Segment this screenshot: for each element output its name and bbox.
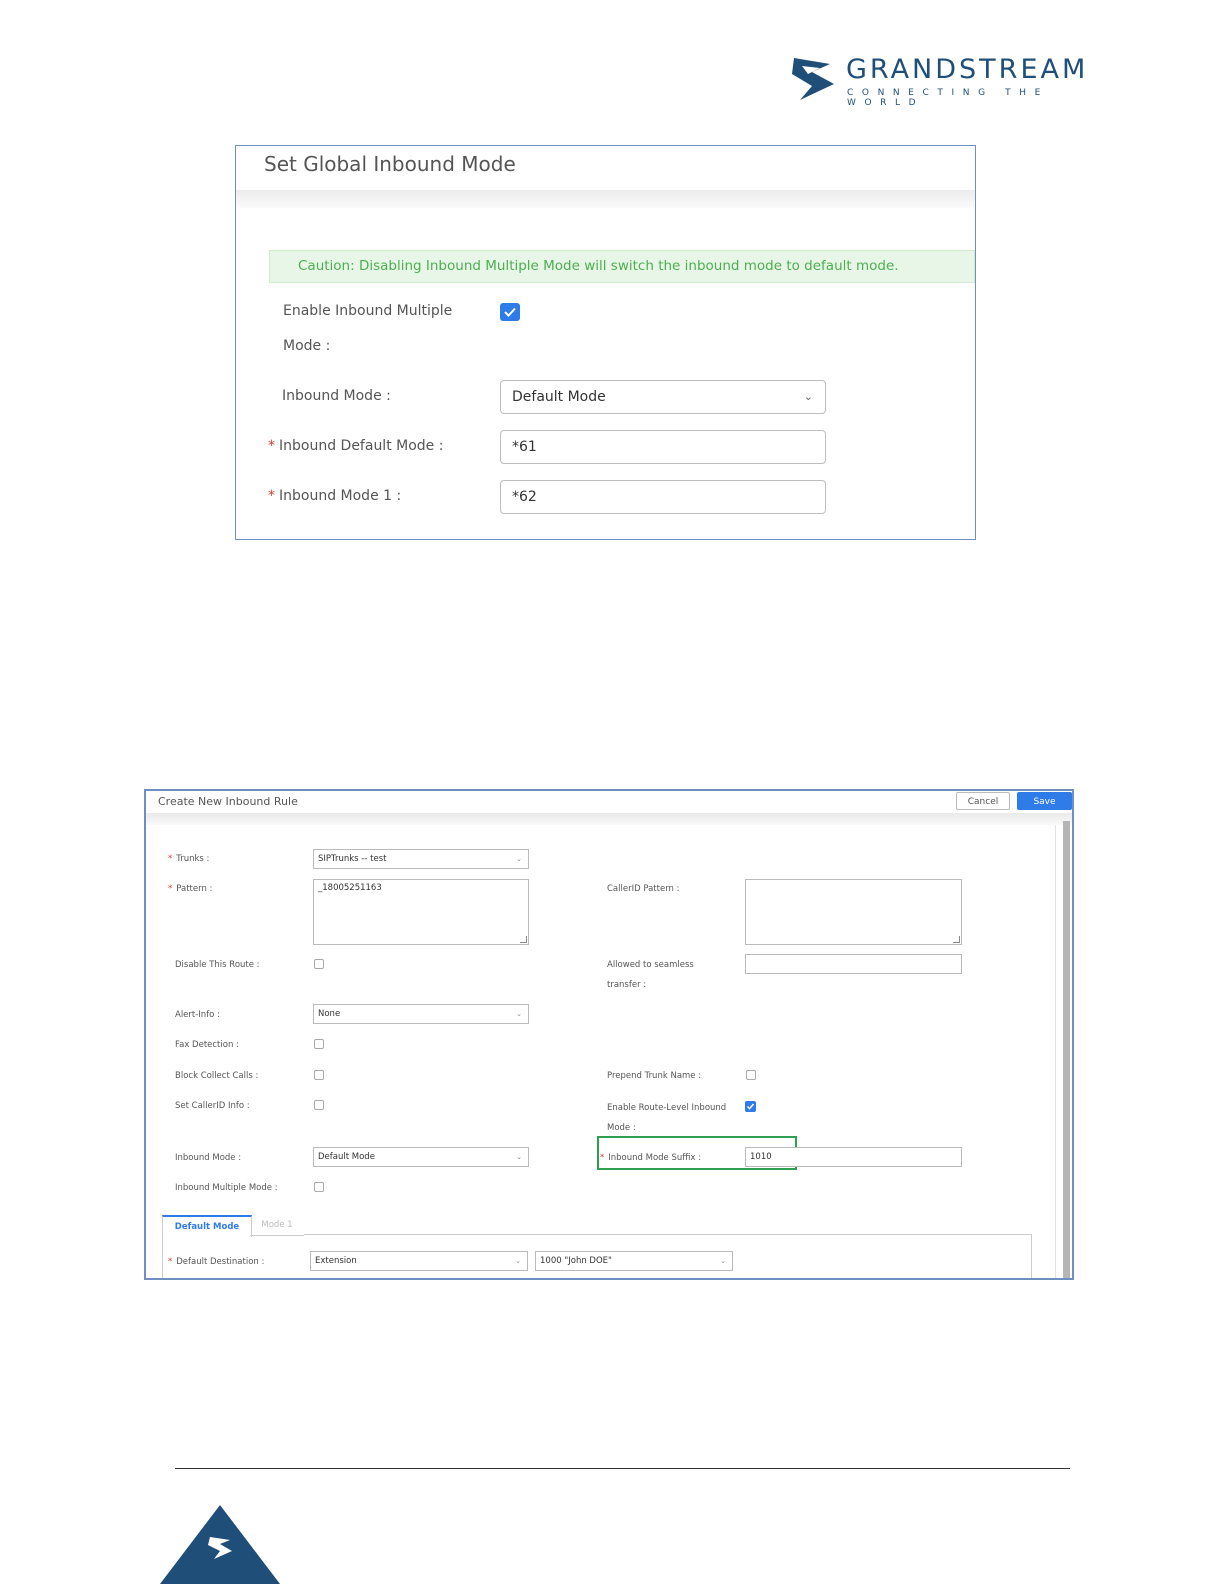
inbound-mode-label: Inbound Mode : (175, 1153, 242, 1163)
prepend-trunk-label: Prepend Trunk Name : (607, 1071, 702, 1081)
inbound-default-mode-label: * Inbound Default Mode : (268, 438, 444, 454)
resize-handle-icon[interactable] (953, 936, 960, 943)
vertical-scrollbar[interactable] (1063, 821, 1070, 1278)
create-inbound-rule-panel: Create New Inbound Rule Cancel Save * Tru… (144, 789, 1074, 1280)
inbound-mode-suffix-input[interactable]: 1010 (745, 1147, 962, 1167)
tab-mode-1[interactable]: Mode 1 (250, 1215, 304, 1236)
caution-banner: Caution: Disabling Inbound Multiple Mode… (269, 250, 975, 283)
required-asterisk: * (268, 488, 275, 504)
pattern-value: _18005251163 (318, 883, 382, 893)
alert-info-value: None (318, 1009, 341, 1019)
destination-type-value: Extension (315, 1256, 357, 1266)
tab-default-mode[interactable]: Default Mode (162, 1215, 252, 1237)
set-callerid-label: Set CallerID Info : (175, 1101, 250, 1111)
brand-tagline: CONNECTING THE WORLD (847, 88, 1049, 108)
brand-name: GRANDSTREAM (846, 54, 1089, 85)
check-icon (504, 307, 516, 317)
pattern-label: * Pattern : (168, 884, 213, 894)
trunks-select[interactable]: SIPTrunks -- test ⌄ (313, 849, 529, 869)
route-level-label: Enable Route-Level Inbound (607, 1103, 727, 1113)
footer-logo-icon (160, 1505, 280, 1584)
chevron-down-icon: ⌄ (516, 1010, 522, 1018)
block-collect-label: Block Collect Calls : (175, 1071, 259, 1081)
save-button[interactable]: Save (1017, 792, 1072, 810)
inbound-mode-select[interactable]: Default Mode ⌄ (500, 380, 826, 414)
chevron-down-icon: ⌄ (515, 1257, 521, 1265)
enable-multiple-label-cont: Mode : (283, 338, 331, 354)
alert-info-label: Alert-Info : (175, 1010, 220, 1020)
block-collect-checkbox[interactable] (314, 1070, 324, 1080)
route-level-label-cont: Mode : (607, 1123, 636, 1133)
chevron-down-icon: ⌄ (516, 1153, 522, 1161)
set-callerid-checkbox[interactable] (314, 1100, 324, 1110)
chevron-down-icon: ⌄ (516, 855, 522, 863)
destination-value: 1000 "John DOE" (540, 1256, 612, 1266)
trunks-label: * Trunks : (168, 854, 210, 864)
cancel-button[interactable]: Cancel (956, 792, 1010, 810)
pattern-textarea[interactable]: _18005251163 (313, 879, 529, 945)
prepend-trunk-checkbox[interactable] (746, 1070, 756, 1080)
default-destination-value-select[interactable]: 1000 "John DOE" ⌄ (535, 1251, 733, 1271)
callerid-pattern-textarea[interactable] (745, 879, 962, 945)
callerid-pattern-label: CallerID Pattern : (607, 884, 680, 894)
alert-info-select[interactable]: None ⌄ (313, 1004, 529, 1024)
inbound-default-mode-input[interactable]: *61 (500, 430, 826, 464)
chevron-down-icon: ⌄ (803, 390, 813, 403)
route-level-checkbox[interactable] (745, 1101, 756, 1112)
default-destination-type-select[interactable]: Extension ⌄ (310, 1251, 528, 1271)
disable-route-label: Disable This Route : (175, 960, 260, 970)
enable-multiple-checkbox[interactable] (500, 303, 520, 321)
grandstream-logo: GRANDSTREAM CONNECTING THE WORLD (790, 52, 1120, 108)
footer-divider (175, 1468, 1070, 1469)
inbound-mode-select[interactable]: Default Mode ⌄ (313, 1147, 529, 1167)
grandstream-mark-icon (792, 58, 834, 100)
header-divider (146, 813, 1072, 825)
inbound-mode-1-label: * Inbound Mode 1 : (268, 488, 402, 504)
inbound-multiple-checkbox[interactable] (314, 1182, 324, 1192)
global-inbound-mode-panel: Set Global Inbound Mode Caution: Disabli… (235, 145, 976, 540)
resize-handle-icon[interactable] (520, 936, 527, 943)
seamless-transfer-select[interactable] (745, 954, 962, 974)
fax-detection-label: Fax Detection : (175, 1040, 239, 1050)
header-divider (236, 190, 975, 208)
trunks-value: SIPTrunks -- test (318, 854, 387, 864)
chevron-down-icon: ⌄ (720, 1257, 726, 1265)
panel-title: Set Global Inbound Mode (264, 152, 516, 176)
default-destination-label: * Default Destination : (168, 1257, 265, 1267)
inbound-mode-value: Default Mode (512, 389, 606, 405)
inbound-mode-1-input[interactable]: *62 (500, 480, 826, 514)
inbound-mode-value: Default Mode (318, 1152, 375, 1162)
fax-detection-checkbox[interactable] (314, 1039, 324, 1049)
inbound-mode-label: Inbound Mode : (282, 388, 391, 404)
seamless-transfer-label-cont: transfer : (607, 980, 647, 990)
inbound-multiple-label: Inbound Multiple Mode : (175, 1183, 278, 1193)
enable-multiple-label: Enable Inbound Multiple (283, 303, 453, 319)
disable-route-checkbox[interactable] (314, 959, 324, 969)
inbound-mode-suffix-label: * Inbound Mode Suffix : (600, 1153, 702, 1163)
seamless-transfer-label: Allowed to seamless (607, 960, 694, 970)
check-icon (746, 1103, 755, 1110)
required-asterisk: * (268, 438, 275, 454)
panel-title: Create New Inbound Rule (158, 795, 298, 808)
